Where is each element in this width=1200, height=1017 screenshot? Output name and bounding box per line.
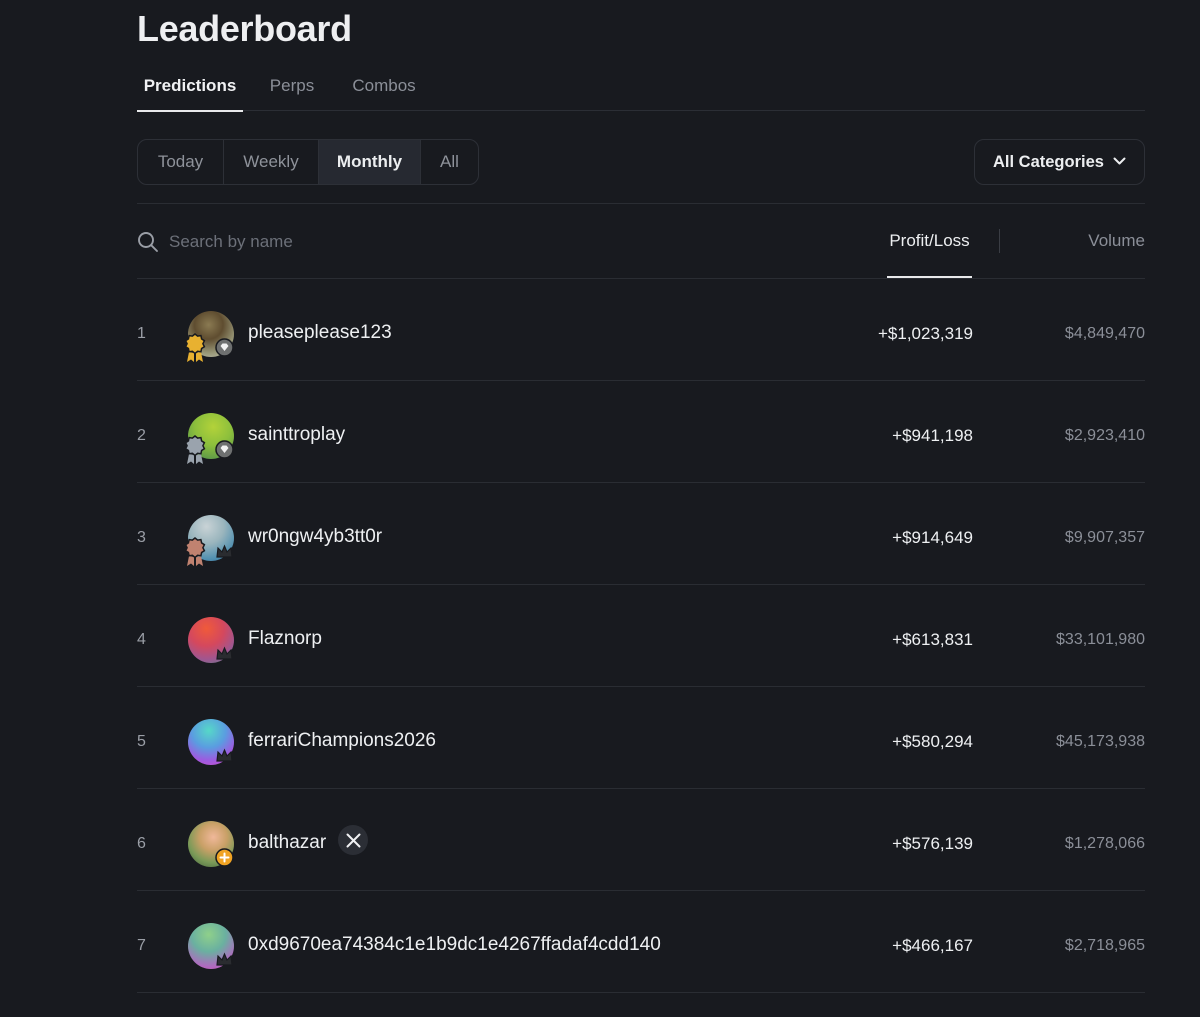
volume-value: $4,849,470 bbox=[1064, 325, 1145, 342]
table-row[interactable]: 3 wr0ngw4yb3tt0r +$914,649 $9,907,357 bbox=[137, 483, 1145, 585]
crown-icon bbox=[216, 952, 233, 966]
page-title: Leaderboard bbox=[137, 8, 352, 49]
trader-name[interactable]: balthazar bbox=[248, 832, 326, 854]
tab-perps[interactable]: Perps bbox=[259, 62, 325, 111]
volume-value: $9,907,357 bbox=[1064, 529, 1145, 546]
profit-loss-value: +$580,294 bbox=[892, 732, 973, 751]
volume-value: $2,718,965 bbox=[1064, 937, 1145, 954]
table-row[interactable]: 5 ferrariChampions2026 +$580,294 $45,173… bbox=[137, 687, 1145, 789]
profit-loss-value: +$613,831 bbox=[892, 630, 973, 649]
profit-loss-value: +$576,139 bbox=[892, 834, 973, 853]
rank-number: 7 bbox=[137, 937, 146, 954]
trader-name[interactable]: pleaseplease123 bbox=[248, 322, 392, 344]
market-tabs: Predictions Perps Combos bbox=[137, 62, 1145, 112]
table-row[interactable]: 6 balthazar +$576,139 $1,278,066 bbox=[137, 789, 1145, 891]
trader-name[interactable]: wr0ngw4yb3tt0r bbox=[248, 526, 382, 548]
rank-number: 1 bbox=[137, 325, 146, 342]
gold-medal-icon bbox=[184, 333, 206, 362]
category-dropdown[interactable]: All Categories bbox=[974, 139, 1145, 185]
profit-loss-value: +$1,023,319 bbox=[877, 324, 973, 343]
tab-combos[interactable]: Combos bbox=[342, 62, 426, 111]
table-row[interactable]: 4 Flaznorp +$613,831 $33,101,980 bbox=[137, 585, 1145, 687]
rank-number: 5 bbox=[137, 733, 146, 750]
volume-value: $1,278,066 bbox=[1064, 835, 1145, 852]
period-weekly[interactable]: Weekly bbox=[224, 140, 319, 184]
trader-name[interactable]: sainttroplay bbox=[248, 424, 345, 446]
chevron-down-icon bbox=[1113, 157, 1126, 165]
leaderboard-list: 1 pleaseplease123 +$1,023,319 $4,849,470… bbox=[137, 279, 1145, 993]
table-row[interactable]: 7 0xd9670ea74384c1e1b9dc1e4267ffadaf4cdd… bbox=[137, 891, 1145, 993]
diamond-icon bbox=[215, 440, 234, 459]
crown-icon bbox=[216, 748, 233, 762]
rank-number: 4 bbox=[137, 631, 146, 648]
x-logo-icon bbox=[346, 833, 360, 847]
sort-volume[interactable]: Volume bbox=[1088, 204, 1145, 278]
sort-profit-loss[interactable]: Profit/Loss bbox=[887, 204, 972, 278]
column-separator bbox=[999, 229, 1000, 253]
category-dropdown-label: All Categories bbox=[993, 152, 1104, 171]
rank-number: 2 bbox=[137, 427, 146, 444]
trader-name[interactable]: Flaznorp bbox=[248, 628, 322, 650]
rank-number: 3 bbox=[137, 529, 146, 546]
period-monthly[interactable]: Monthly bbox=[319, 140, 421, 184]
profit-loss-value: +$466,167 bbox=[892, 936, 973, 955]
volume-value: $33,101,980 bbox=[1056, 631, 1145, 648]
x-profile-link[interactable] bbox=[338, 825, 368, 855]
period-all[interactable]: All bbox=[421, 140, 478, 184]
crown-icon bbox=[216, 544, 233, 558]
tab-predictions[interactable]: Predictions bbox=[137, 62, 243, 112]
period-today[interactable]: Today bbox=[138, 140, 224, 184]
silver-medal-icon bbox=[184, 435, 206, 464]
volume-value: $45,173,938 bbox=[1056, 733, 1145, 750]
table-row[interactable]: 2 sainttroplay +$941,198 $2,923,410 bbox=[137, 381, 1145, 483]
plus-badge-icon bbox=[215, 848, 234, 867]
profit-loss-value: +$941,198 bbox=[892, 426, 973, 445]
trader-name[interactable]: ferrariChampions2026 bbox=[248, 730, 436, 752]
search-icon bbox=[138, 232, 158, 252]
bronze-medal-icon bbox=[184, 537, 206, 566]
crown-icon bbox=[216, 646, 233, 660]
search-input[interactable] bbox=[169, 228, 569, 256]
profit-loss-value: +$914,649 bbox=[892, 528, 973, 547]
volume-value: $2,923,410 bbox=[1064, 427, 1145, 444]
period-selector: Today Weekly Monthly All bbox=[137, 139, 479, 185]
diamond-icon bbox=[215, 338, 234, 357]
table-row[interactable]: 1 pleaseplease123 +$1,023,319 $4,849,470 bbox=[137, 279, 1145, 381]
trader-name[interactable]: 0xd9670ea74384c1e1b9dc1e4267ffadaf4cdd14… bbox=[248, 934, 661, 956]
filter-divider bbox=[137, 203, 1145, 204]
rank-number: 6 bbox=[137, 835, 146, 852]
